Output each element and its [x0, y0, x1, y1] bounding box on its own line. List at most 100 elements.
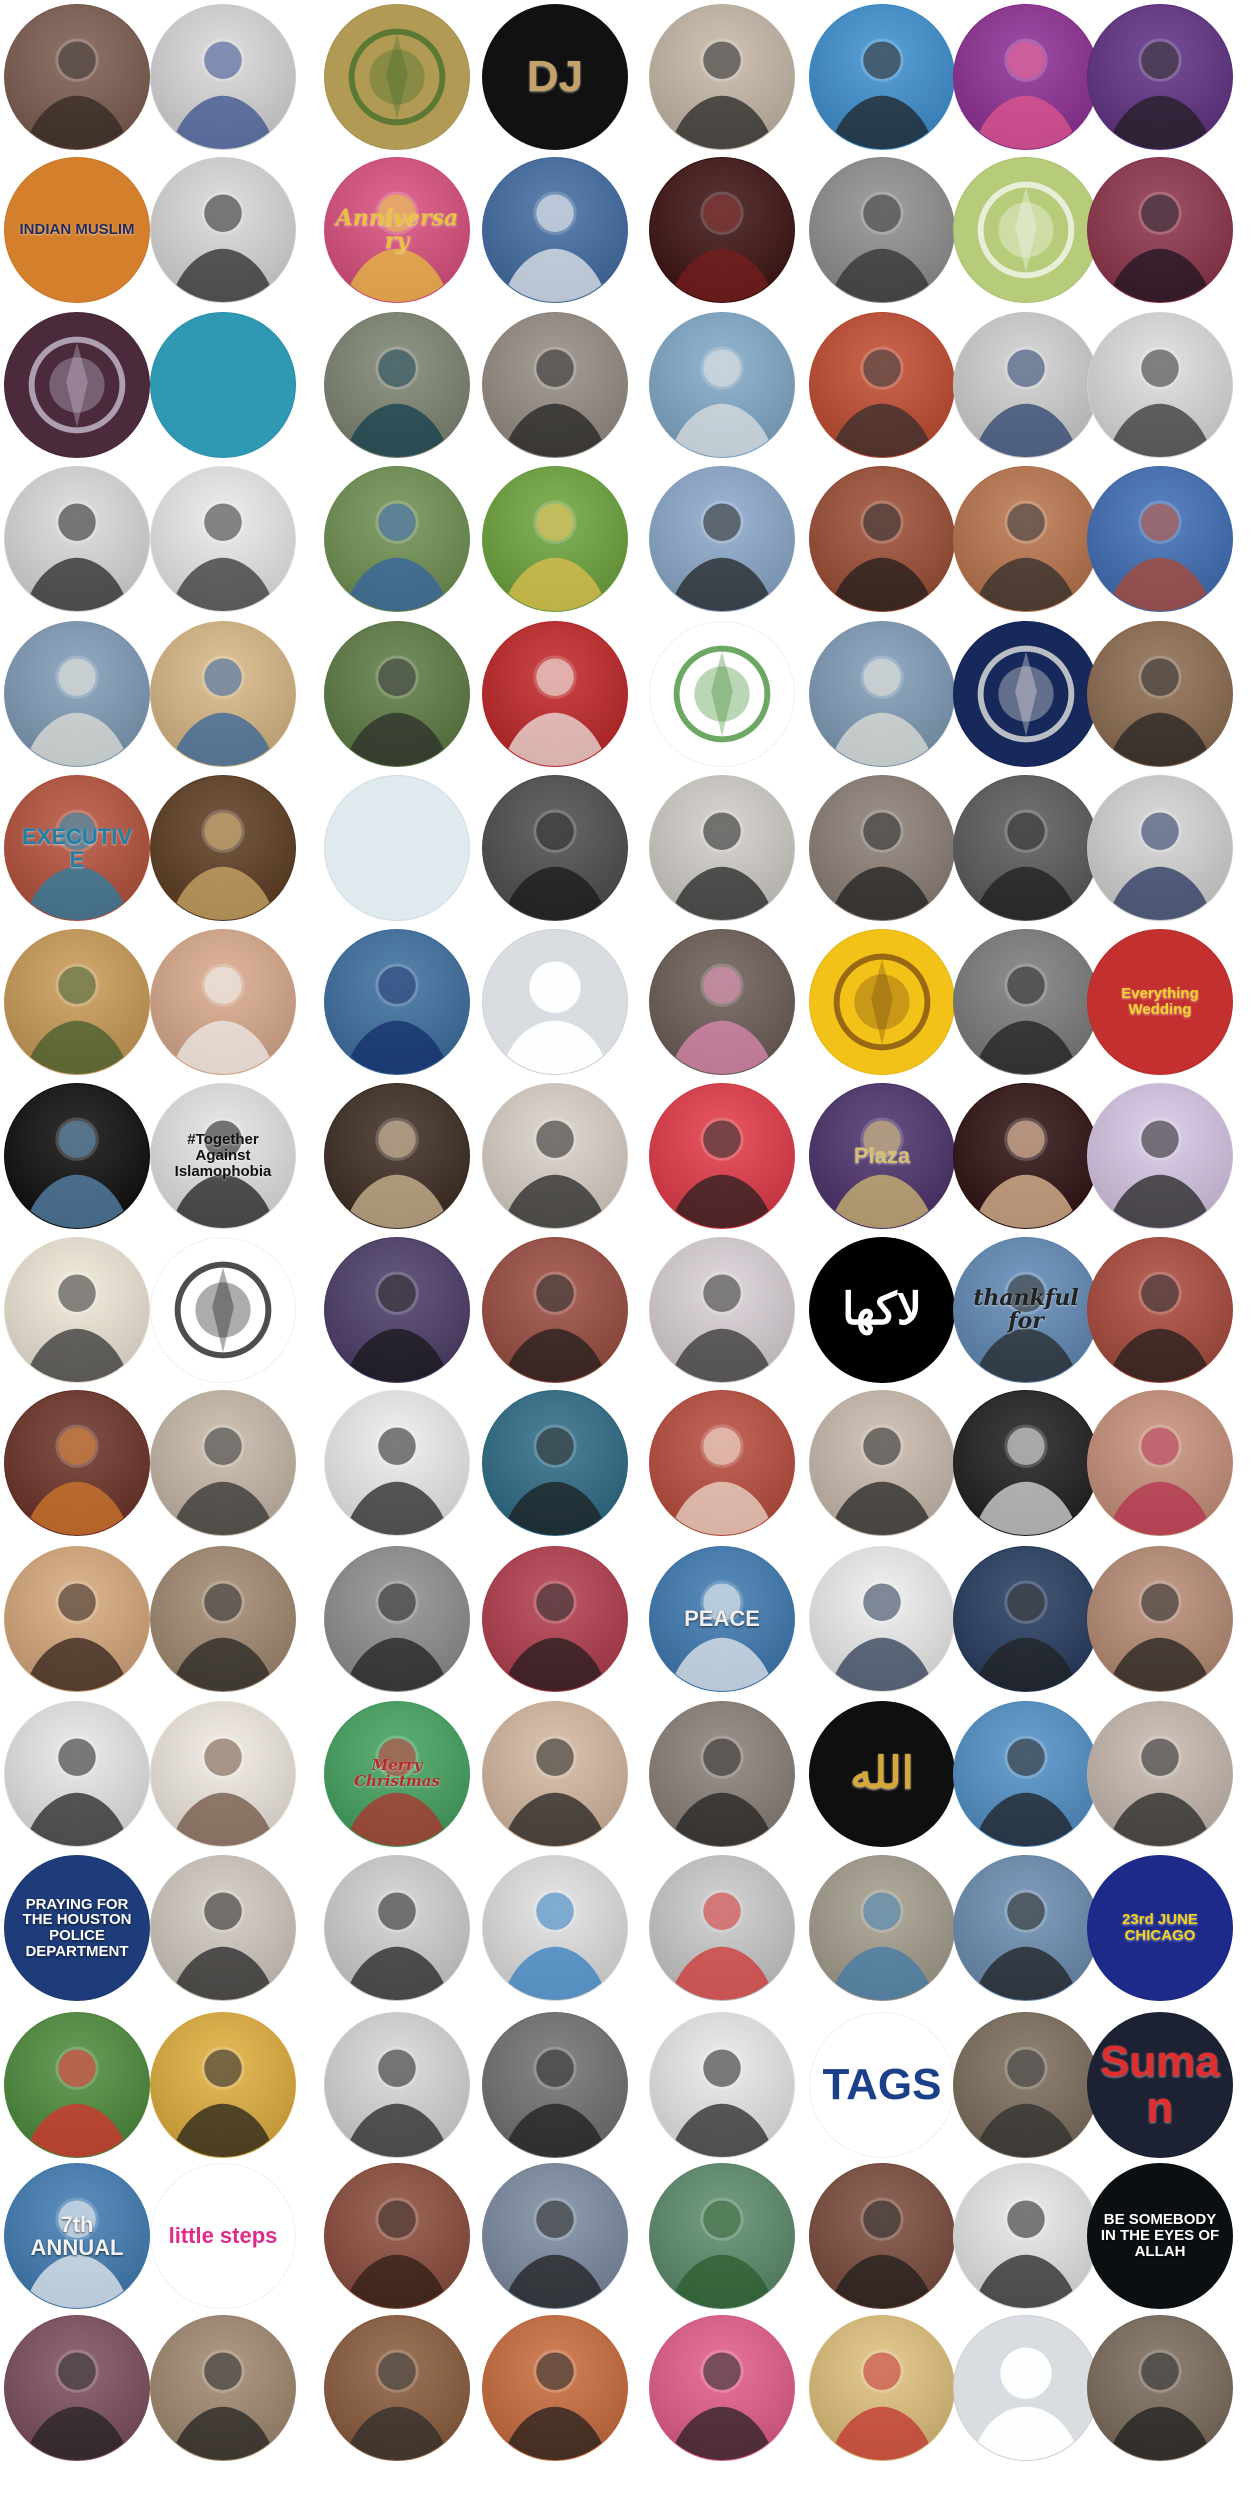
avatar-14-3[interactable]: [324, 2012, 470, 2158]
avatar-8-8[interactable]: [1087, 1083, 1233, 1229]
avatar-11-5[interactable]: PEACE: [649, 1546, 795, 1692]
avatar-16-8[interactable]: [1087, 2315, 1233, 2461]
avatar-10-3[interactable]: [324, 1390, 470, 1536]
avatar-4-1[interactable]: [4, 466, 150, 612]
avatar-16-2[interactable]: [150, 2315, 296, 2461]
avatar-2-8[interactable]: [1087, 157, 1233, 303]
avatar-9-6[interactable]: لاکھا: [809, 1237, 955, 1383]
avatar-6-8[interactable]: [1087, 775, 1233, 921]
avatar-9-4[interactable]: [482, 1237, 628, 1383]
avatar-9-8[interactable]: [1087, 1237, 1233, 1383]
avatar-10-8[interactable]: [1087, 1390, 1233, 1536]
avatar-9-1[interactable]: [4, 1237, 150, 1383]
avatar-1-7[interactable]: [953, 4, 1099, 150]
avatar-1-8[interactable]: [1087, 4, 1233, 150]
avatar-9-5[interactable]: [649, 1237, 795, 1383]
avatar-2-3[interactable]: Anniversary: [324, 157, 470, 303]
avatar-5-4[interactable]: [482, 621, 628, 767]
avatar-13-3[interactable]: [324, 1855, 470, 2001]
avatar-14-6[interactable]: TAGS: [809, 2012, 955, 2158]
avatar-5-8[interactable]: [1087, 621, 1233, 767]
avatar-7-6[interactable]: [809, 929, 955, 1075]
avatar-5-5[interactable]: [649, 621, 795, 767]
avatar-15-7[interactable]: [953, 2163, 1099, 2309]
avatar-13-8[interactable]: 23rd JUNE CHICAGO: [1087, 1855, 1233, 2001]
avatar-3-4[interactable]: [482, 312, 628, 458]
avatar-8-5[interactable]: [649, 1083, 795, 1229]
avatar-12-3[interactable]: Merry Christmas: [324, 1701, 470, 1847]
avatar-13-4[interactable]: [482, 1855, 628, 2001]
avatar-16-1[interactable]: [4, 2315, 150, 2461]
avatar-1-1[interactable]: [4, 4, 150, 150]
avatar-8-6[interactable]: Plaza: [809, 1083, 955, 1229]
avatar-13-7[interactable]: [953, 1855, 1099, 2001]
avatar-3-3[interactable]: [324, 312, 470, 458]
avatar-13-1[interactable]: PRAYING FOR THE HOUSTON POLICE DEPARTMEN…: [4, 1855, 150, 2001]
avatar-7-8[interactable]: Everything Wedding: [1087, 929, 1233, 1075]
avatar-6-2[interactable]: [150, 775, 296, 921]
avatar-14-4[interactable]: [482, 2012, 628, 2158]
avatar-12-6[interactable]: الله: [809, 1701, 955, 1847]
avatar-5-7[interactable]: [953, 621, 1099, 767]
avatar-8-1[interactable]: [4, 1083, 150, 1229]
avatar-16-5[interactable]: [649, 2315, 795, 2461]
avatar-2-6[interactable]: [809, 157, 955, 303]
avatar-8-7[interactable]: [953, 1083, 1099, 1229]
avatar-6-6[interactable]: [809, 775, 955, 921]
avatar-10-7[interactable]: [953, 1390, 1099, 1536]
avatar-14-5[interactable]: [649, 2012, 795, 2158]
avatar-13-5[interactable]: [649, 1855, 795, 2001]
avatar-5-2[interactable]: [150, 621, 296, 767]
avatar-7-1[interactable]: [4, 929, 150, 1075]
avatar-3-8[interactable]: [1087, 312, 1233, 458]
avatar-15-2[interactable]: little steps: [150, 2163, 296, 2309]
avatar-11-7[interactable]: [953, 1546, 1099, 1692]
avatar-8-2[interactable]: #Together Against Islamophobia: [150, 1083, 296, 1229]
avatar-16-7-placeholder-icon[interactable]: [953, 2315, 1099, 2461]
avatar-11-8[interactable]: [1087, 1546, 1233, 1692]
avatar-8-4[interactable]: [482, 1083, 628, 1229]
avatar-15-6[interactable]: [809, 2163, 955, 2309]
avatar-14-2[interactable]: [150, 2012, 296, 2158]
avatar-7-4-placeholder-icon[interactable]: [482, 929, 628, 1075]
avatar-10-1[interactable]: [4, 1390, 150, 1536]
avatar-9-7[interactable]: thankful for: [953, 1237, 1099, 1383]
avatar-2-5[interactable]: [649, 157, 795, 303]
avatar-6-1[interactable]: EXECUTIVE: [4, 775, 150, 921]
avatar-4-2[interactable]: [150, 466, 296, 612]
avatar-1-4[interactable]: DJ: [482, 4, 628, 150]
avatar-3-1[interactable]: [4, 312, 150, 458]
avatar-6-7[interactable]: [953, 775, 1099, 921]
avatar-11-4[interactable]: [482, 1546, 628, 1692]
avatar-7-3[interactable]: [324, 929, 470, 1075]
avatar-5-3[interactable]: [324, 621, 470, 767]
avatar-2-2[interactable]: [150, 157, 296, 303]
avatar-1-5[interactable]: [649, 4, 795, 150]
avatar-10-2[interactable]: [150, 1390, 296, 1536]
avatar-12-2[interactable]: [150, 1701, 296, 1847]
avatar-5-1[interactable]: [4, 621, 150, 767]
avatar-12-1[interactable]: [4, 1701, 150, 1847]
avatar-15-3[interactable]: [324, 2163, 470, 2309]
avatar-5-6[interactable]: [809, 621, 955, 767]
avatar-13-2[interactable]: [150, 1855, 296, 2001]
avatar-10-6[interactable]: [809, 1390, 955, 1536]
avatar-12-4[interactable]: [482, 1701, 628, 1847]
avatar-4-7[interactable]: [953, 466, 1099, 612]
avatar-2-1[interactable]: INDIAN MUSLIM: [4, 157, 150, 303]
avatar-11-1[interactable]: [4, 1546, 150, 1692]
avatar-6-4[interactable]: [482, 775, 628, 921]
avatar-3-6[interactable]: [809, 312, 955, 458]
avatar-11-2[interactable]: [150, 1546, 296, 1692]
avatar-2-4[interactable]: [482, 157, 628, 303]
avatar-15-8[interactable]: BE SOMEBODY IN THE EYES OF ALLAH: [1087, 2163, 1233, 2309]
avatar-14-8[interactable]: Suman: [1087, 2012, 1233, 2158]
avatar-8-3[interactable]: [324, 1083, 470, 1229]
avatar-16-4[interactable]: [482, 2315, 628, 2461]
avatar-3-5[interactable]: [649, 312, 795, 458]
avatar-1-6[interactable]: [809, 4, 955, 150]
avatar-12-7[interactable]: [953, 1701, 1099, 1847]
avatar-15-1[interactable]: 7th ANNUAL: [4, 2163, 150, 2309]
avatar-2-7[interactable]: [953, 157, 1099, 303]
avatar-15-4[interactable]: [482, 2163, 628, 2309]
